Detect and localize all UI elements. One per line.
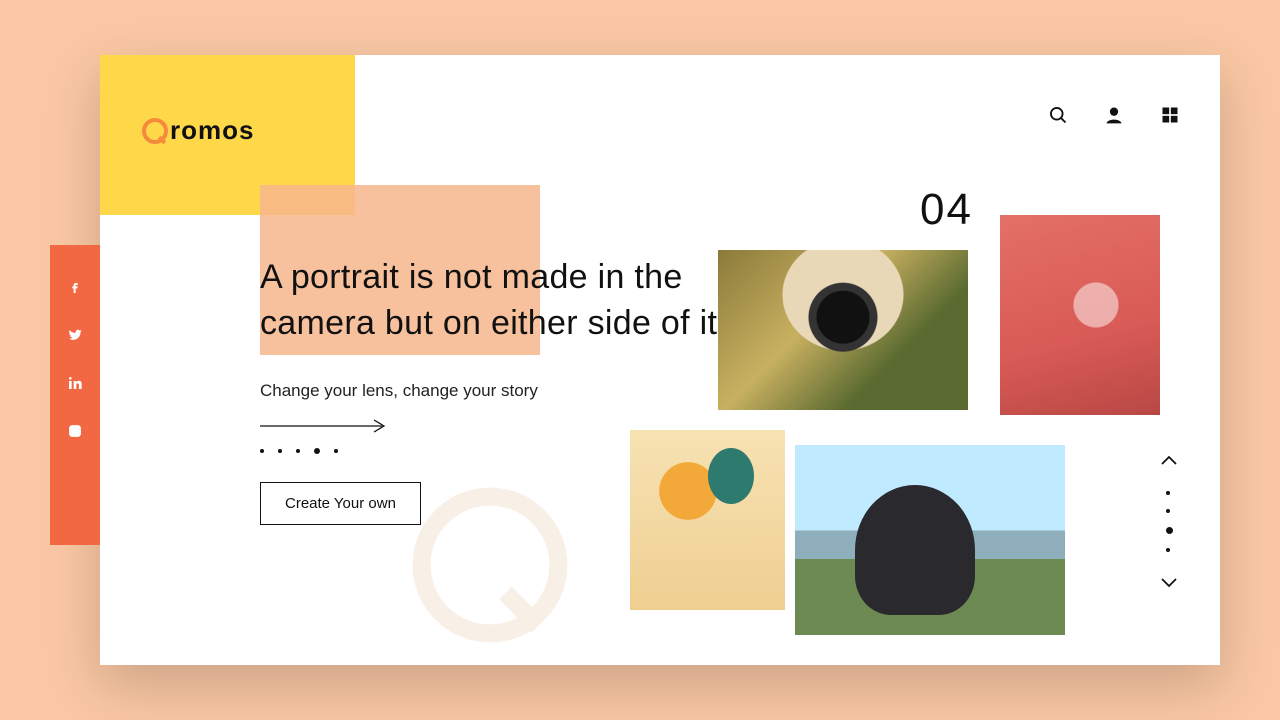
profile-icon[interactable]: [1104, 105, 1124, 125]
search-icon[interactable]: [1048, 105, 1068, 125]
page-card: romos A portrait is not made in the came…: [100, 55, 1220, 665]
linkedin-icon[interactable]: [67, 375, 83, 391]
vertical-pager: [1160, 455, 1178, 588]
grid-icon[interactable]: [1160, 105, 1180, 125]
gallery-image-3[interactable]: [630, 430, 785, 610]
gallery-image-1[interactable]: [718, 250, 968, 410]
social-rail: [50, 245, 100, 545]
pager-dots[interactable]: [1166, 483, 1173, 560]
instagram-icon[interactable]: [67, 423, 83, 439]
chevron-up-icon[interactable]: [1160, 455, 1178, 467]
logo-q-icon: [142, 118, 168, 144]
facebook-icon[interactable]: [67, 279, 83, 295]
cta-button[interactable]: Create Your own: [260, 482, 421, 525]
hero-headline: A portrait is not made in the camera but…: [260, 255, 730, 347]
brand-name: romos: [170, 115, 254, 146]
top-nav: [1048, 105, 1180, 125]
chevron-down-icon[interactable]: [1160, 576, 1178, 588]
arrow-right-icon: [260, 419, 390, 433]
gallery-image-2[interactable]: [1000, 215, 1160, 415]
slide-counter: 04: [920, 185, 973, 235]
brand-logo[interactable]: romos: [142, 115, 254, 146]
gallery-image-4[interactable]: [795, 445, 1065, 635]
hero-subtitle: Change your lens, change your story: [260, 381, 730, 401]
twitter-icon[interactable]: [67, 327, 83, 343]
